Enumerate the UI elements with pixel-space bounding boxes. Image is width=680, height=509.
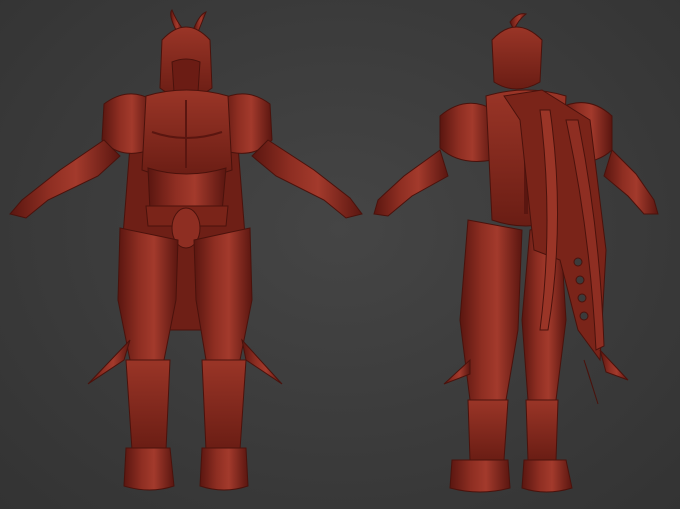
back-boot-right: [521, 459, 573, 493]
front-view-figure: [9, 9, 363, 491]
front-boot-right: [199, 447, 249, 491]
back-spike-2: [583, 359, 599, 405]
back-helmet: [491, 26, 543, 90]
back-shin-right: [525, 399, 559, 461]
back-arm-right: [603, 149, 659, 215]
front-shin-left: [125, 359, 171, 451]
front-antenna-left: [170, 9, 183, 31]
front-thigh-right: [193, 227, 253, 361]
front-thigh-left: [117, 227, 179, 361]
front-spike-left: [87, 339, 131, 385]
front-spike-right: [241, 338, 283, 385]
back-spike-3: [443, 358, 471, 385]
sculpt-render: [9, 9, 659, 493]
front-shin-right: [201, 359, 247, 451]
front-boot-left: [123, 447, 175, 491]
front-arm-right: [251, 139, 363, 219]
front-arm-left: [9, 139, 121, 219]
back-boot-left: [449, 459, 511, 493]
sculpt-viewport: [0, 0, 680, 509]
back-spike-1: [599, 349, 629, 381]
back-pauldron-left: [439, 102, 495, 162]
back-arm-left: [373, 149, 449, 217]
back-view-figure: [373, 13, 659, 493]
back-shin-left: [467, 399, 509, 461]
